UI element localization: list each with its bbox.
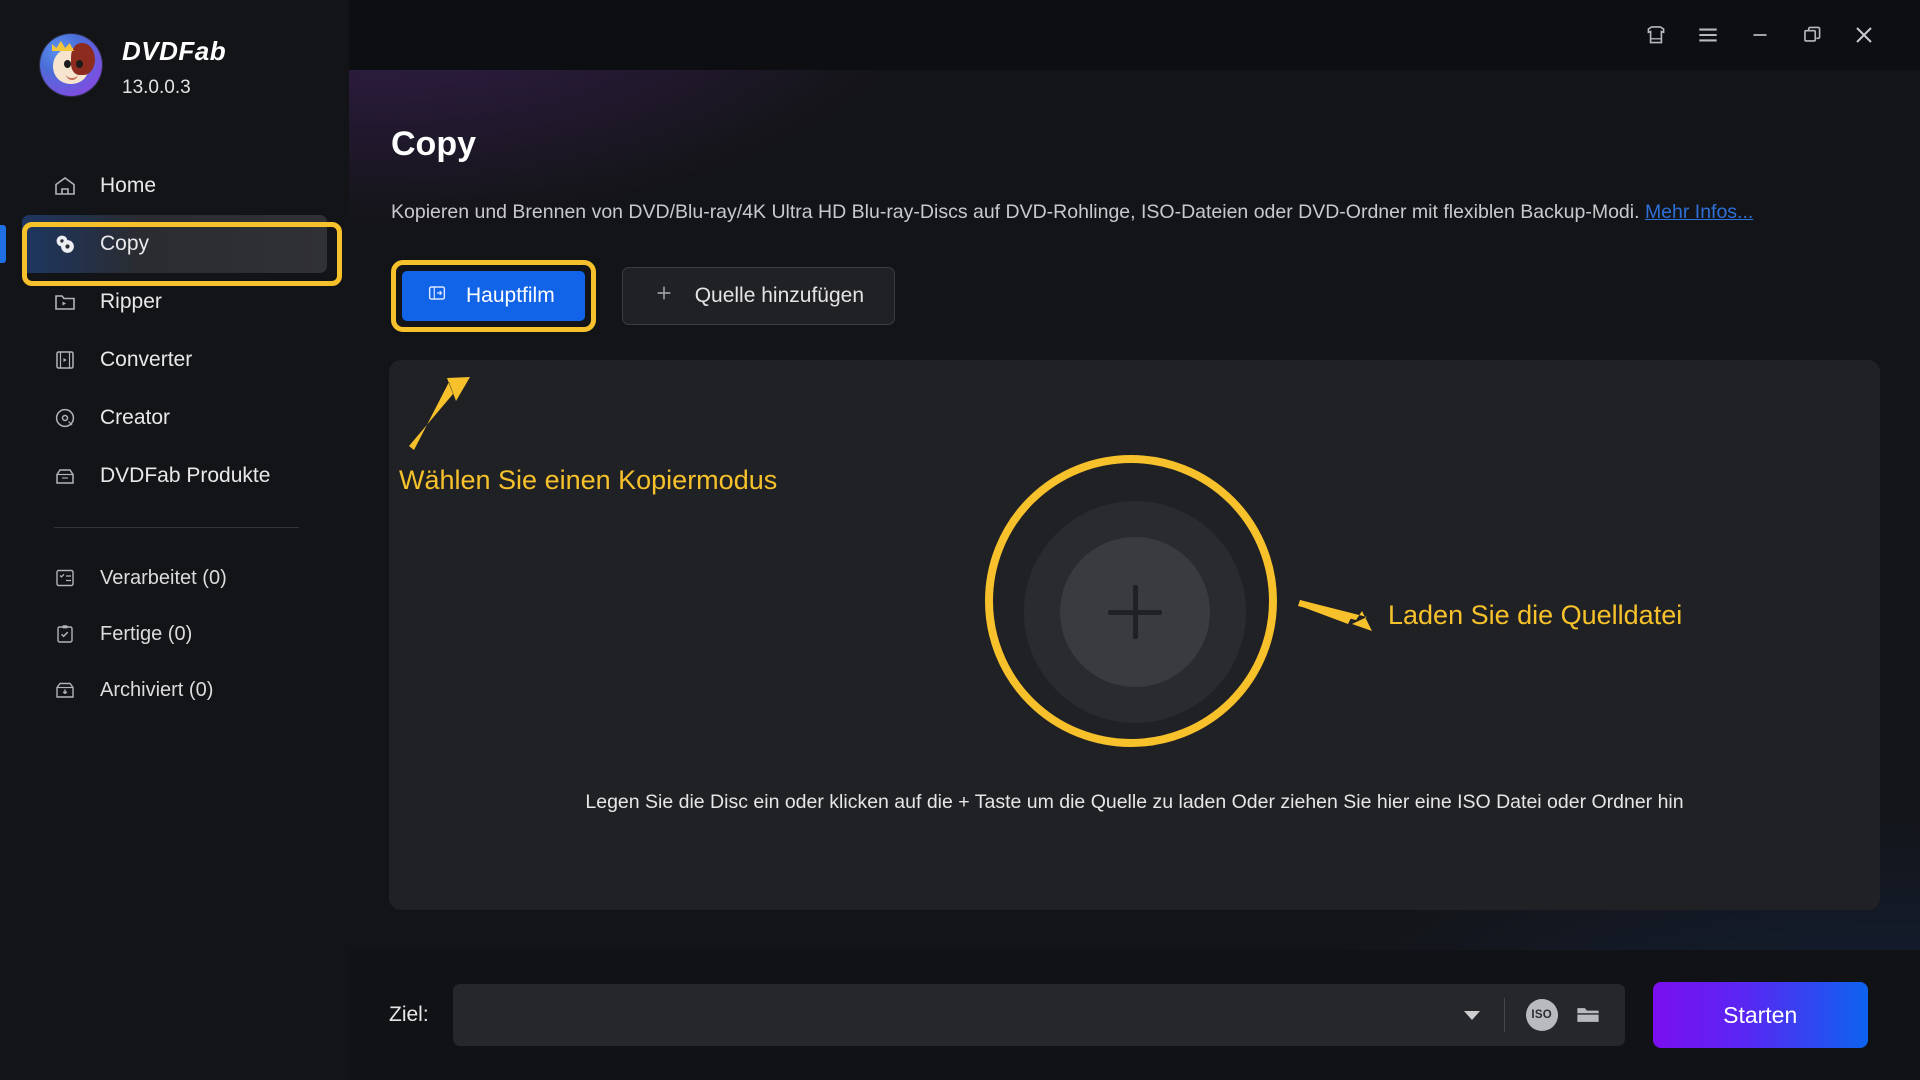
menu-icon[interactable] xyxy=(1682,12,1734,58)
bottom-bar: Ziel: ISO Starten xyxy=(349,950,1920,1080)
page-title: Copy xyxy=(391,125,476,163)
dvdfab-window: DVDFab 13.0.0.3 Home Copy Ripper Convert… xyxy=(0,0,1920,1080)
brand-name: DVDFab xyxy=(122,36,227,66)
main-movie-highlight: Hauptfilm xyxy=(391,260,596,333)
sidebar-item-archiviert[interactable]: Archiviert (0) xyxy=(22,662,327,718)
page-description-text: Kopieren und Brennen von DVD/Blu-ray/4K … xyxy=(391,201,1645,223)
start-button[interactable]: Starten xyxy=(1652,982,1868,1048)
more-info-link[interactable]: Mehr Infos... xyxy=(1645,201,1753,223)
page-description: Kopieren und Brennen von DVD/Blu-ray/4K … xyxy=(389,198,1809,226)
sidebar-item-dvdfab-produkte[interactable]: DVDFab Produkte xyxy=(22,447,327,505)
add-source-label: Quelle hinzufügen xyxy=(694,284,864,308)
sidebar: DVDFab 13.0.0.3 Home Copy Ripper Convert… xyxy=(0,0,349,1080)
dropzone-hint: Legen Sie die Disc ein oder klicken auf … xyxy=(585,791,1684,814)
minimize-icon[interactable] xyxy=(1734,12,1786,58)
sidebar-item-creator[interactable]: Creator xyxy=(22,389,327,447)
sidebar-item-converter[interactable]: Converter xyxy=(22,331,327,389)
film-icon xyxy=(52,347,78,373)
sidebar-item-fertige[interactable]: Fertige (0) xyxy=(22,606,327,662)
sidebar-item-copy[interactable]: Copy xyxy=(0,215,327,273)
sidebar-divider xyxy=(54,527,299,528)
app-version: 13.0.0.3 xyxy=(122,77,191,98)
main-movie-label: Hauptfilm xyxy=(466,284,555,308)
sidebar-item-verarbeitet[interactable]: Verarbeitet (0) xyxy=(22,550,327,606)
sidebar-item-label: Copy xyxy=(100,232,150,255)
sidebar-item-label: Fertige (0) xyxy=(100,622,193,645)
sidebar-item-label: Converter xyxy=(100,348,193,371)
dvdfab-logo-icon xyxy=(40,34,102,96)
source-dropzone[interactable]: Legen Sie die Disc ein oder klicken auf … xyxy=(389,360,1880,911)
ripper-folder-icon xyxy=(52,289,78,315)
iso-badge: ISO xyxy=(1525,999,1558,1031)
field-divider xyxy=(1503,998,1505,1032)
theme-shirt-icon[interactable] xyxy=(1630,12,1682,58)
iso-output-button[interactable]: ISO xyxy=(1519,992,1565,1038)
disc-copy-icon xyxy=(52,231,78,257)
folder-output-button[interactable] xyxy=(1565,992,1611,1038)
sidebar-item-label: Archiviert (0) xyxy=(100,678,214,701)
target-input[interactable] xyxy=(474,1004,1454,1026)
maximize-icon[interactable] xyxy=(1786,12,1838,58)
main-movie-icon xyxy=(426,282,448,310)
add-source-disc-inner xyxy=(1059,537,1210,688)
box-icon xyxy=(52,463,78,489)
disc-icon xyxy=(52,405,78,431)
add-source-disc-button[interactable] xyxy=(1023,501,1246,724)
close-icon[interactable] xyxy=(1838,12,1890,58)
plus-icon xyxy=(653,282,675,310)
titlebar xyxy=(349,0,1920,70)
content-panel: Copy Kopieren und Brennen von DVD/Blu-ra… xyxy=(349,70,1920,950)
chevron-down-icon[interactable] xyxy=(1454,1010,1490,1020)
sidebar-item-label: Home xyxy=(100,174,157,197)
home-icon xyxy=(52,173,78,199)
add-source-button[interactable]: Quelle hinzufügen xyxy=(621,267,895,326)
main-area: Copy Kopieren und Brennen von DVD/Blu-ra… xyxy=(349,0,1920,1080)
sidebar-item-label: Creator xyxy=(100,406,171,429)
primary-nav: Home Copy Ripper Converter Creator DVDFa… xyxy=(0,157,349,718)
tasklist-icon xyxy=(52,565,78,591)
main-movie-button[interactable]: Hauptfilm xyxy=(402,271,585,322)
archive-icon xyxy=(52,677,78,703)
target-field[interactable]: ISO xyxy=(452,984,1625,1046)
sidebar-item-home[interactable]: Home xyxy=(22,157,327,215)
sidebar-item-label: DVDFab Produkte xyxy=(100,464,271,487)
sidebar-item-ripper[interactable]: Ripper xyxy=(22,273,327,331)
clipboard-check-icon xyxy=(52,621,78,647)
target-label: Ziel: xyxy=(389,1003,429,1026)
mode-button-row: Hauptfilm Quelle hinzufügen xyxy=(389,260,1880,333)
brand: DVDFab 13.0.0.3 xyxy=(0,30,349,135)
sidebar-item-label: Verarbeitet (0) xyxy=(100,566,227,589)
sidebar-item-label: Ripper xyxy=(100,290,162,313)
